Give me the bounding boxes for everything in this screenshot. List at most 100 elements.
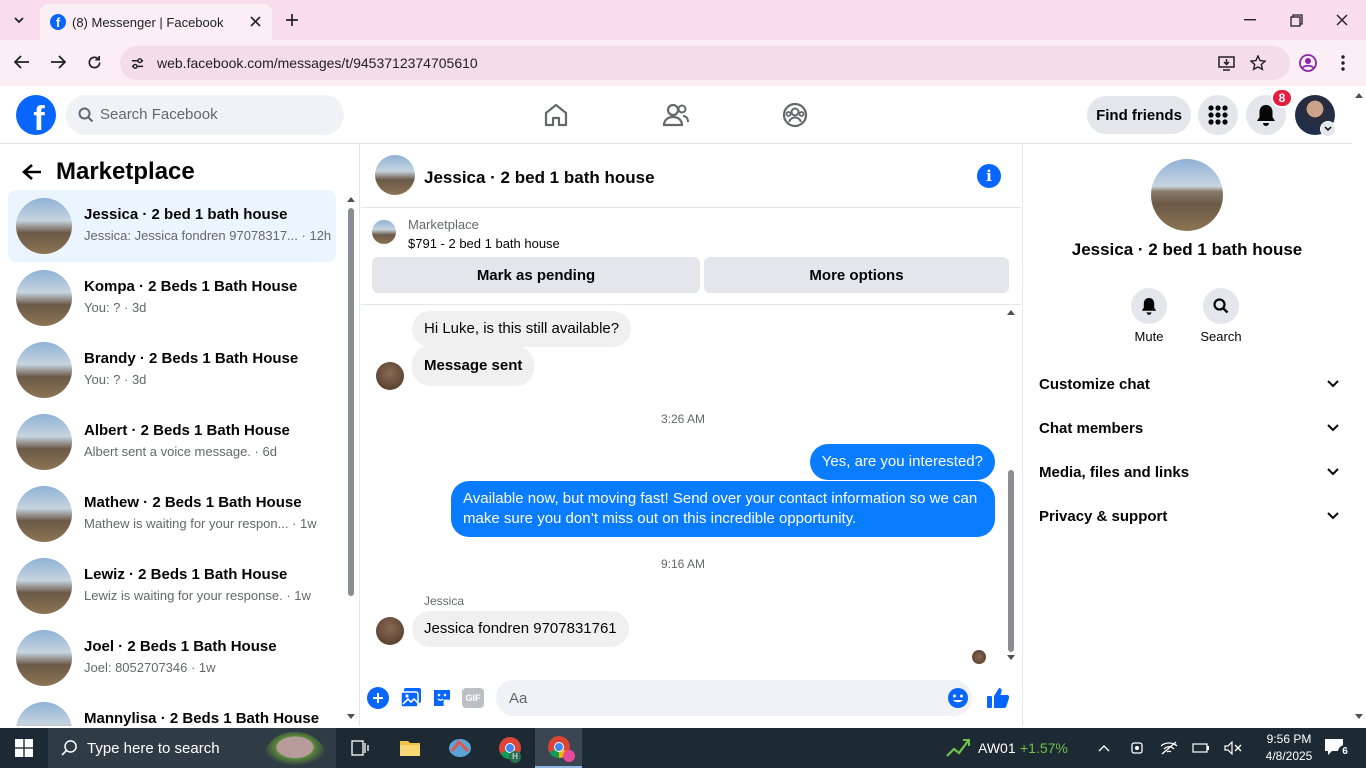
customize-chat-section[interactable]: Customize chat [1039, 364, 1339, 404]
message-bubble[interactable]: Message sent [412, 346, 535, 386]
sender-avatar[interactable] [376, 617, 404, 645]
conversation-item[interactable]: Albert · 2 Beds 1 Bath House Albert sent … [8, 406, 336, 478]
thumbs-up-icon[interactable] [986, 686, 1010, 715]
conversation-item[interactable]: Brandy · 2 Beds 1 Bath House You: ? · 3d [8, 334, 336, 406]
sender-avatar[interactable] [376, 362, 404, 390]
conversation-item[interactable]: Mannylisa · 2 Beds 1 Bath House [8, 694, 336, 726]
bell-icon [1257, 105, 1275, 126]
message-input-placeholder: Aa [509, 690, 528, 707]
windows-start-icon[interactable] [0, 728, 48, 768]
meet-now-icon[interactable] [1126, 738, 1148, 758]
conversation-name: Mannylisa · 2 Beds 1 Bath House [84, 710, 320, 726]
profile-photo[interactable] [1151, 159, 1223, 231]
message-timestamp: 3:26 AM [660, 412, 706, 426]
volume-muted-icon[interactable] [1222, 738, 1244, 758]
facebook-search-box[interactable]: Search Facebook [66, 95, 344, 135]
reload-icon[interactable] [80, 48, 108, 76]
app-icon[interactable] [440, 728, 480, 768]
info-icon[interactable]: i [977, 164, 1001, 188]
conversation-avatar [16, 702, 72, 726]
chat-header: Jessica · 2 bed 1 bath house i [361, 144, 1021, 208]
gif-label: GIF [465, 693, 481, 703]
conversation-preview: Jessica: Jessica fondren 97078317... · 1… [84, 228, 332, 243]
gif-icon[interactable]: GIF [462, 688, 484, 708]
site-info-icon[interactable] [124, 50, 150, 76]
listing-price-title[interactable]: $791 - 2 bed 1 bath house [408, 236, 560, 251]
chat-title[interactable]: Jessica · 2 bed 1 bath house [424, 168, 655, 188]
friends-nav-icon[interactable] [646, 95, 706, 135]
close-tab-icon[interactable] [244, 10, 266, 32]
sticker-icon[interactable] [431, 687, 453, 714]
listing-thumbnail[interactable] [372, 220, 396, 244]
mark-as-pending-button[interactable]: Mark as pending [372, 257, 700, 293]
section-label: Media, files and links [1039, 463, 1190, 481]
profile-icon[interactable] [1296, 51, 1320, 75]
groups-nav-icon[interactable] [765, 95, 825, 135]
more-options-button[interactable]: More options [704, 257, 1009, 293]
conversation-avatar [16, 558, 72, 614]
attach-photo-icon[interactable] [400, 687, 422, 714]
conversation-item[interactable]: Mathew · 2 Beds 1 Bath House Mathew is wa… [8, 478, 336, 550]
conversation-name: Albert · 2 Beds 1 Bath House [84, 422, 290, 439]
message-bubble[interactable]: Yes, are you interested? [809, 444, 995, 480]
search-in-chat-button[interactable] [1203, 288, 1239, 324]
media-files-links-section[interactable]: Media, files and links [1039, 452, 1339, 492]
network-icon[interactable] [1158, 738, 1180, 758]
back-icon[interactable] [8, 48, 36, 76]
message-bubble[interactable]: Available now, but moving fast! Send ove… [451, 481, 995, 537]
bookmark-star-icon[interactable] [1246, 51, 1270, 75]
show-hidden-icons[interactable] [1094, 738, 1114, 758]
facebook-logo-icon[interactable]: f [16, 95, 56, 138]
new-tab-icon[interactable] [280, 8, 304, 32]
battery-icon[interactable] [1190, 738, 1212, 758]
browser-tab[interactable]: f (8) Messenger | Facebook [40, 4, 272, 40]
chrome-active-icon[interactable] [535, 728, 582, 768]
search-icon [78, 107, 94, 128]
clock-date[interactable]: 4/8/2025 [1258, 749, 1320, 763]
more-actions-plus-icon[interactable] [367, 687, 389, 709]
chevron-down-icon [1327, 468, 1339, 476]
forward-icon[interactable] [44, 48, 72, 76]
tab-search-button[interactable] [6, 8, 32, 32]
chrome-icon[interactable]: H [488, 728, 532, 768]
install-app-icon[interactable] [1214, 51, 1238, 75]
conversation-item[interactable]: Kompa · 2 Beds 1 Bath House You: ? · 3d [8, 262, 336, 334]
message-bubble[interactable]: Hi Luke, is this still available? [412, 311, 632, 347]
seen-receipt-avatar [972, 650, 986, 664]
back-arrow-icon[interactable] [16, 156, 48, 188]
taskbar-search-box[interactable]: Type here to search [48, 728, 336, 768]
list-scrollbar[interactable] [346, 194, 356, 724]
tab-title: (8) Messenger | Facebook [72, 15, 224, 30]
clock-time[interactable]: 9:56 PM [1258, 732, 1320, 746]
conversation-avatar [16, 630, 72, 686]
conversation-name: Mathew · 2 Beds 1 Bath House [84, 494, 302, 511]
browser-menu-icon[interactable] [1332, 51, 1354, 75]
find-friends-button[interactable]: Find friends [1087, 96, 1191, 134]
restore-icon[interactable] [1278, 6, 1314, 34]
message-bubble[interactable]: Jessica fondren 9707831761 [412, 611, 629, 647]
chat-avatar[interactable] [375, 155, 415, 195]
chat-scrollbar[interactable] [1006, 307, 1016, 663]
mute-button[interactable] [1131, 288, 1167, 324]
page-scrollbar[interactable] [1352, 86, 1366, 728]
conversation-item[interactable]: Jessica · 2 bed 1 bath house Jessica: Jes… [8, 190, 336, 262]
address-bar[interactable]: web.facebook.com/messages/t/945371237470… [120, 46, 1290, 80]
conversation-item[interactable]: Lewiz · 2 Beds 1 Bath House Lewiz is wait… [8, 550, 336, 622]
notification-count: 6 [1338, 745, 1352, 759]
task-view-icon[interactable] [340, 728, 380, 768]
message-input[interactable]: Aa [496, 680, 972, 716]
conversation-item[interactable]: Joel · 2 Beds 1 Bath House Joel: 80527073… [8, 622, 336, 694]
url-text[interactable]: web.facebook.com/messages/t/945371237470… [157, 55, 478, 71]
emoji-icon[interactable] [947, 687, 969, 714]
conversation-preview: Mathew is waiting for your respon... · 1… [84, 516, 317, 531]
privacy-support-section[interactable]: Privacy & support [1039, 496, 1339, 536]
minimize-icon[interactable] [1232, 6, 1268, 34]
listing-source: Marketplace [408, 217, 479, 232]
menu-grid-button[interactable] [1198, 95, 1238, 135]
home-nav-icon[interactable] [526, 95, 586, 135]
taskbar-search-placeholder: Type here to search [87, 740, 220, 757]
close-window-icon[interactable] [1324, 6, 1360, 34]
file-explorer-icon[interactable] [390, 728, 430, 768]
account-chevron-icon[interactable] [1320, 121, 1336, 137]
chat-members-section[interactable]: Chat members [1039, 408, 1339, 448]
